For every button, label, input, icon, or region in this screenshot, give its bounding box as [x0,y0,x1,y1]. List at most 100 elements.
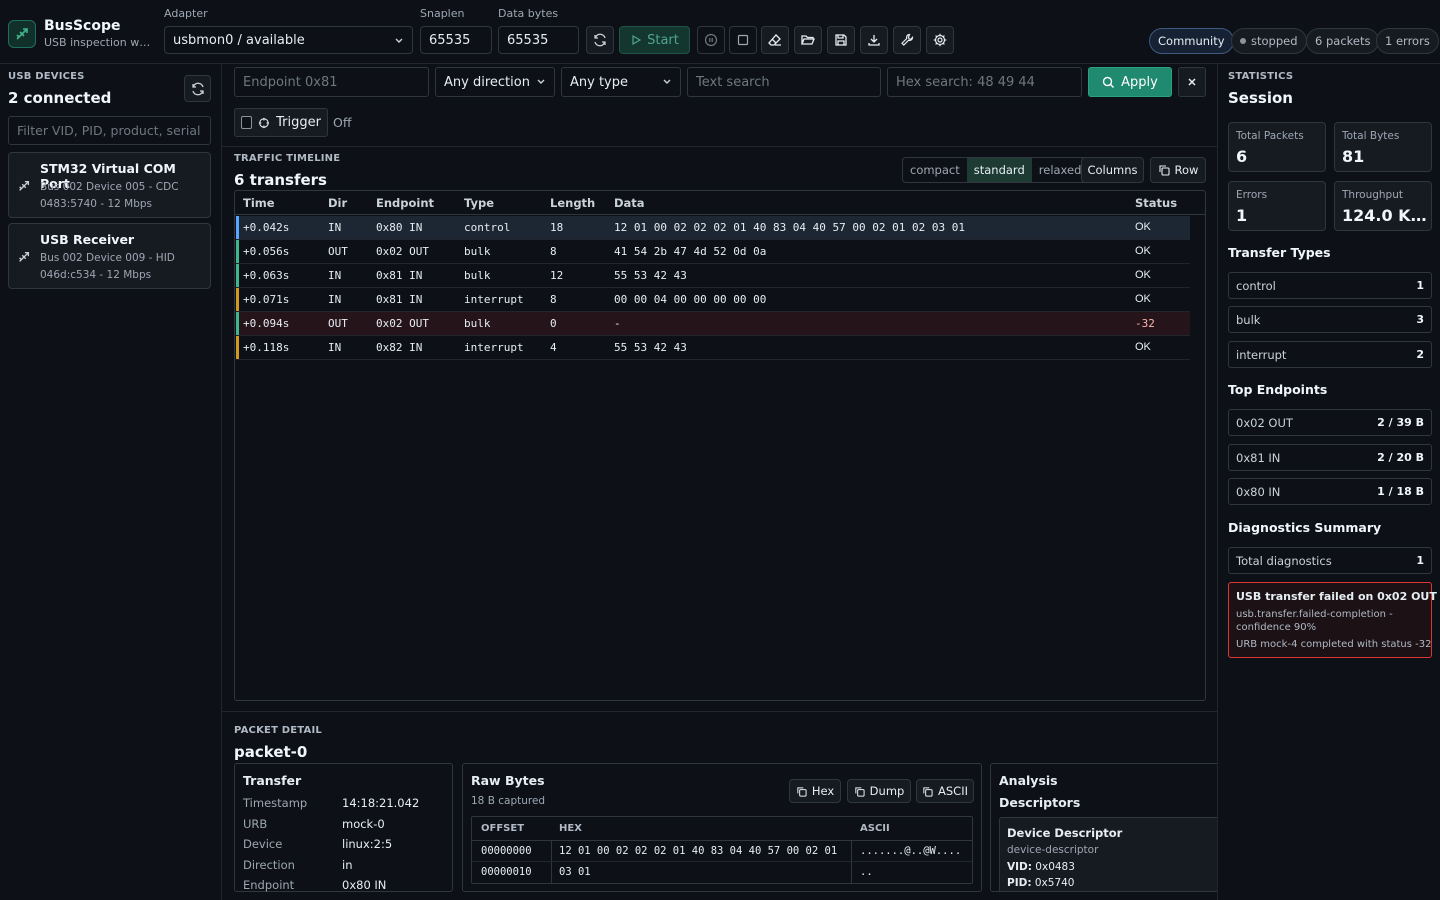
download-icon [868,35,880,46]
table-row[interactable]: +0.056s OUT 0x02 OUT bulk 8 41 54 2b 47 4d 52… [236,240,1190,264]
stat-label: 0x80 IN [1236,485,1281,499]
snaplen-input[interactable]: 65535 [420,26,492,54]
device-name: USB Receiver [40,232,135,247]
table-row[interactable]: +0.094s OUT 0x02 OUT bulk 0 - -32 [236,312,1190,336]
endpoint-row: 0x80 IN 1 / 18 B [1228,478,1432,505]
cell-status: OK [1135,221,1151,233]
pause-button[interactable] [697,26,725,54]
start-button[interactable]: Start [619,26,690,54]
export-button[interactable] [860,26,888,54]
descriptor-card[interactable]: Device Descriptor device-descriptor VID:… [999,817,1221,891]
adapter-select[interactable]: usbmon0 / available [164,26,413,54]
view-ascii-button[interactable]: ASCII [916,779,974,803]
col-data[interactable]: Data [614,196,645,210]
diagnostic-alert[interactable]: USB transfer failed on 0x02 OUT usb.tran… [1228,582,1437,658]
databytes-input[interactable]: 65535 [498,26,579,54]
apply-button[interactable]: Apply [1088,67,1172,97]
col-dir[interactable]: Dir [328,196,347,210]
table-row[interactable]: +0.042s IN 0x80 IN control 18 12 01 00 02 02 … [236,216,1190,240]
cell-time: +0.056s [243,245,290,258]
pause-icon [704,33,718,47]
endpoint-filter-input[interactable]: Endpoint 0x81 [234,67,429,97]
hex-bytes: 12 01 00 02 02 02 01 40 83 04 40 57 00 0… [559,845,838,857]
open-file-button[interactable] [794,26,822,54]
copy-row-button[interactable]: Row [1150,157,1206,183]
chevron-down-icon [663,79,671,84]
row-type-indicator [236,240,239,263]
device-item[interactable]: STM32 Virtual COM Port Bus 002 Device 00… [8,152,211,218]
save-button[interactable] [827,26,855,54]
refresh-devices-button[interactable] [184,75,211,102]
density-standard[interactable]: standard [966,158,1032,182]
columns-button[interactable]: Columns [1081,157,1144,183]
col-time[interactable]: Time [243,196,275,210]
stat-label: control [1236,279,1276,293]
stat-card-label: Total Packets [1236,130,1304,142]
cell-ep: 0x02 OUT [376,317,429,330]
col-endpoint[interactable]: Endpoint [376,196,434,210]
device-item[interactable]: USB Receiver Bus 002 Device 009 - HID 04… [8,223,211,289]
vid-value: 0x0483 [1035,861,1075,873]
cell-dir: IN [328,269,342,282]
col-status[interactable]: Status [1135,196,1177,210]
density-relaxed[interactable]: relaxed [1032,158,1089,182]
hex-offset: 00000000 [481,845,532,857]
raw-heading: Raw Bytes [471,773,545,788]
hex-col-hex: HEX [559,823,582,834]
refresh-adapters-button[interactable] [586,26,614,54]
chevron-down-icon [395,38,403,43]
descriptor-vid: VID: 0x0483 [1007,861,1075,873]
view-hex-button[interactable]: Hex [789,779,841,803]
type-select[interactable]: Any type [561,67,681,97]
clear-button[interactable] [761,26,789,54]
wrench-icon [901,33,914,46]
device-bus: Bus 002 Device 005 - CDC [40,181,179,193]
cell-data: - [614,317,621,330]
device-filter-input[interactable]: Filter VID, PID, product, serial [8,116,211,145]
cell-time: +0.042s [243,221,290,234]
trigger-toggle[interactable]: Trigger [234,108,328,137]
descriptor-title: Device Descriptor [1007,826,1123,840]
packet-count-badge: 6 packets [1306,28,1380,54]
view-dump-button[interactable]: Dump [847,779,911,803]
cell-len: 8 [550,245,557,258]
divider [222,146,1217,147]
raw-bytes-pane: Raw Bytes 18 B captured Hex Dump ASCII O… [462,763,982,892]
cell-dir: OUT [328,245,348,258]
cell-data: 41 54 2b 47 4d 52 0d 0a [614,245,767,258]
col-type[interactable]: Type [464,196,494,210]
clear-filters-button[interactable] [1178,67,1206,97]
cell-type: interrupt [464,293,524,306]
table-row[interactable]: +0.071s IN 0x81 IN interrupt 8 00 00 04 00 00… [236,288,1190,312]
stats-title: Session [1228,89,1293,107]
text-search-input[interactable]: Text search [687,67,881,97]
device-ids: 046d:c534 - 12 Mbps [40,269,152,281]
settings-button[interactable] [926,26,954,54]
transfer-type-row: bulk 3 [1228,306,1432,333]
tools-button[interactable] [893,26,921,54]
density-compact[interactable]: compact [903,158,967,182]
usb-logo-icon [8,19,36,48]
detail-kicker: PACKET DETAIL [234,725,322,736]
hex-search-input[interactable]: Hex search: 48 49 44 [887,67,1082,97]
direction-select[interactable]: Any direction [435,67,555,97]
trigger-checkbox[interactable] [241,116,253,129]
timeline-kicker: TRAFFIC TIMELINE [234,153,341,164]
alert-code: usb.transfer.failed-completion - [1236,609,1393,620]
stat-card-label: Errors [1236,189,1268,201]
col-length[interactable]: Length [550,196,595,210]
copy-icon [855,786,865,797]
table-row[interactable]: +0.118s IN 0x82 IN interrupt 4 55 53 42 43 OK [236,336,1190,360]
hex-ascii: .. [860,866,873,878]
stat-value: 3 [1416,313,1424,326]
stop-button[interactable] [729,26,757,54]
app-subtitle: USB inspection wor... [44,36,156,49]
stat-card-label: Total Bytes [1342,130,1400,142]
trigger-state: Off [333,115,352,130]
cell-data: 00 00 04 00 00 00 00 00 [614,293,767,306]
view-ascii-label: ASCII [938,784,968,798]
endpoint-row: 0x81 IN 2 / 20 B [1228,444,1432,471]
field-label: Direction [243,857,295,872]
cell-type: bulk [464,317,491,330]
table-row[interactable]: +0.063s IN 0x81 IN bulk 12 55 53 42 43 OK [236,264,1190,288]
